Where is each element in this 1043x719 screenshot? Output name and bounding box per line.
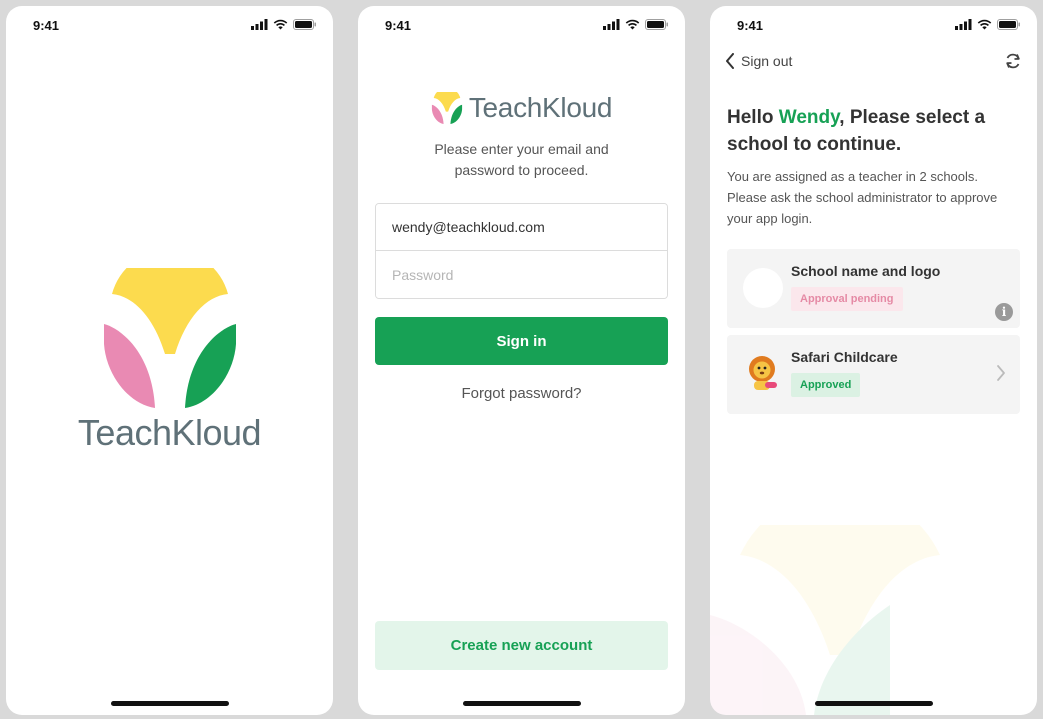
lion-icon — [749, 356, 777, 390]
email-input[interactable] — [376, 204, 667, 251]
status-time: 9:41 — [737, 18, 764, 33]
wifi-icon — [977, 19, 992, 30]
refresh-icon[interactable] — [1004, 52, 1022, 70]
status-badge: Approved — [791, 373, 861, 397]
brand-name: TeachKloud — [468, 92, 613, 123]
signal-icon — [955, 19, 972, 30]
status-time: 9:41 — [33, 18, 60, 33]
school-card-pending[interactable]: School name and logo Approval pending i — [727, 249, 1020, 328]
teachkloud-logo-icon — [104, 268, 236, 408]
battery-icon — [997, 19, 1020, 30]
splash-screen: 9:41 TeachKloud — [6, 6, 333, 715]
credentials-group — [375, 203, 668, 299]
signin-screen: 9:41 TeachKloud Please enter your email … — [358, 6, 685, 715]
chevron-left-icon — [726, 53, 734, 69]
battery-icon — [293, 19, 316, 30]
top-nav: Sign out — [725, 50, 1022, 72]
school-select-screen: 9:41 Sign out Hello Wendy, Please select… — [710, 6, 1037, 715]
create-account-button[interactable]: Create new account — [375, 621, 668, 670]
brand-header: TeachKloud — [358, 92, 685, 124]
status-bar: 9:41 — [710, 6, 1037, 46]
signin-button[interactable]: Sign in — [375, 317, 668, 365]
password-input[interactable] — [376, 251, 667, 298]
wifi-icon — [273, 19, 288, 30]
signout-label: Sign out — [741, 53, 793, 69]
forgot-password-link[interactable]: Forgot password? — [358, 385, 685, 402]
greeting-heading: Hello Wendy, Please select a school to c… — [727, 104, 1007, 158]
greeting-prefix: Hello — [727, 107, 779, 128]
status-badge: Approval pending — [791, 287, 903, 311]
home-indicator — [462, 701, 581, 706]
status-bar: 9:41 — [358, 6, 685, 46]
home-indicator — [814, 701, 933, 706]
status-bar: 9:41 — [6, 6, 333, 46]
signal-icon — [603, 19, 620, 30]
school-name: School name and logo — [791, 263, 941, 279]
assignment-info: You are assigned as a teacher in 2 schoo… — [727, 169, 998, 226]
school-logo-placeholder — [743, 268, 783, 308]
watermark-logo-icon — [710, 525, 940, 715]
wifi-icon — [625, 19, 640, 30]
signout-button[interactable]: Sign out — [725, 53, 792, 69]
user-name: Wendy — [778, 107, 840, 128]
school-card-approved[interactable]: Safari Childcare Approved — [727, 335, 1020, 414]
home-indicator — [110, 701, 229, 706]
chevron-right-icon[interactable] — [996, 364, 1006, 382]
school-name: Safari Childcare — [791, 349, 898, 365]
status-time: 9:41 — [385, 18, 412, 33]
teachkloud-logo-icon — [431, 92, 462, 124]
info-icon[interactable]: i — [995, 303, 1013, 321]
splash-brand-name: TeachKloud — [77, 412, 262, 453]
battery-icon — [645, 19, 668, 30]
signin-subtitle: Please enter your email and password to … — [434, 141, 609, 178]
signal-icon — [251, 19, 268, 30]
